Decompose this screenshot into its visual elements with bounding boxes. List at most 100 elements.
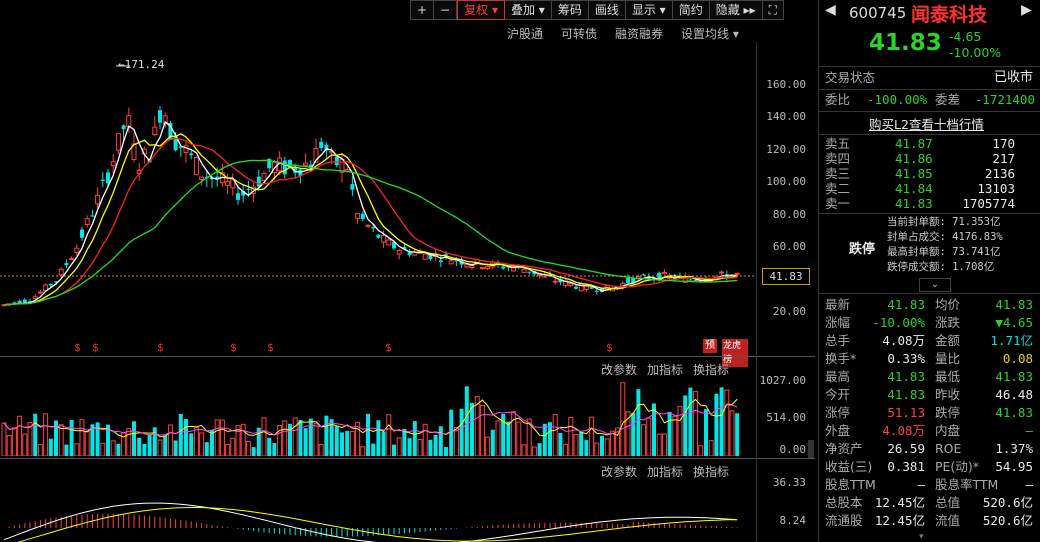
volume-bar <box>438 426 443 456</box>
kline-chart[interactable] <box>0 42 756 358</box>
hk-connect-link[interactable]: 沪股通 <box>507 25 543 42</box>
zoom-in-button[interactable]: + <box>410 0 435 20</box>
macd-bar <box>102 513 104 528</box>
ask-price[interactable]: 41.84 <box>895 181 933 196</box>
macd-bar <box>123 514 125 528</box>
volume-bar <box>485 436 491 456</box>
volume-bar <box>261 417 267 456</box>
candle-body <box>115 133 121 151</box>
stat-value: 41.83 <box>887 387 925 402</box>
macd-bar <box>502 524 504 528</box>
margin-trading-link[interactable]: 融资融券 <box>615 25 663 42</box>
volume-bar <box>64 444 69 456</box>
ma-settings-link[interactable]: 设置均线 ▾ <box>681 25 739 42</box>
macd-bar <box>325 528 327 537</box>
prev-stock-arrow-icon[interactable]: ◀ <box>825 2 836 18</box>
stat-label: 流值 <box>935 513 961 528</box>
event-marker[interactable]: $ <box>92 341 99 354</box>
event-marker[interactable]: $ <box>606 341 613 354</box>
l2-purchase-link[interactable]: 购买L2查看十档行情 <box>869 114 984 133</box>
event-marker[interactable]: $ <box>385 341 392 354</box>
ask-row: 卖三 41.85 2136 <box>825 166 1037 181</box>
volume-bar <box>137 437 142 456</box>
macd-bar <box>143 515 145 528</box>
display-dropdown[interactable]: 显示 ▾ <box>625 0 673 20</box>
macd-bar <box>637 521 639 528</box>
volume-bar <box>479 404 485 456</box>
fullscreen-icon[interactable]: ⛶ <box>762 0 784 20</box>
draw-line-button[interactable]: 画线 <box>588 0 626 20</box>
macd-chart[interactable] <box>0 478 756 542</box>
stat-row: 涨幅 -10.00% 涨跌 ▼4.65 <box>825 314 1037 332</box>
last-price: 41.83 <box>869 30 942 56</box>
candle-body <box>527 271 532 273</box>
ask-row: 卖五 41.87 170 <box>825 136 1037 151</box>
collapse-chevron-icon[interactable]: ⌄ <box>919 278 951 292</box>
ask-price[interactable]: 41.85 <box>895 166 933 181</box>
macd-bar <box>237 528 239 529</box>
event-marker[interactable]: $ <box>157 341 164 354</box>
macd-bar <box>601 523 603 528</box>
ask-label: 卖一 <box>825 196 851 211</box>
macd-dif-line <box>3 502 738 542</box>
limit-info-line: 最高封单额: 73.741亿 <box>887 246 1001 258</box>
candle-body <box>80 229 84 238</box>
next-stock-arrow-icon[interactable]: ▶ <box>1021 2 1032 18</box>
stat-row: 流通股 12.45亿 流值 520.6亿 <box>825 512 1037 530</box>
chart-area[interactable]: + − 复权 ▾ 叠加 ▾ 筹码 画线 显示 ▾ 简约 隐藏 ▸▸ ⛶ 沪股通 … <box>0 0 815 542</box>
scroll-down-icon[interactable]: ▾ <box>919 532 924 542</box>
event-marker[interactable]: $ <box>74 341 81 354</box>
stat-value: 41.83 <box>995 369 1033 384</box>
stat-value: 51.13 <box>887 405 925 420</box>
macd-bar <box>398 528 400 534</box>
volume-chart[interactable] <box>0 378 756 456</box>
volume-bar <box>142 443 147 456</box>
volume-add-indicator-button[interactable]: 加指标 <box>647 361 683 378</box>
ask-price[interactable]: 41.83 <box>895 196 933 211</box>
adjust-rights-dropdown[interactable]: 复权 ▾ <box>457 0 505 20</box>
stat-value: 12.45亿 <box>874 513 925 528</box>
volume-bar <box>552 414 558 456</box>
volume-bar <box>735 413 740 456</box>
stat-value: 26.59 <box>887 441 925 456</box>
stat-label: 最新 <box>825 297 851 312</box>
macd-bar <box>86 514 88 528</box>
candle-body <box>22 299 27 303</box>
simple-mode-button[interactable]: 简约 <box>672 0 710 20</box>
volume-switch-indicator-button[interactable]: 换指标 <box>693 361 729 378</box>
ask-price[interactable]: 41.87 <box>895 136 933 151</box>
overlay-dropdown[interactable]: 叠加 ▾ <box>504 0 552 20</box>
candle-body <box>261 173 267 181</box>
zoom-out-button[interactable]: − <box>434 0 458 20</box>
macd-bar <box>726 526 728 528</box>
event-marker[interactable]: $ <box>267 341 274 354</box>
convertible-bond-link[interactable]: 可转债 <box>561 25 597 42</box>
volume-bar <box>667 411 672 456</box>
volume-bar <box>69 420 74 456</box>
macd-bar <box>39 520 41 528</box>
weibi-value: -100.00% <box>867 92 928 107</box>
ask-price[interactable]: 41.86 <box>895 151 933 166</box>
volume-bar <box>563 443 569 456</box>
forecast-tag[interactable]: 预 <box>703 339 717 353</box>
macd-bar <box>721 526 723 528</box>
hide-button[interactable]: 隐藏 ▸▸ <box>709 0 763 20</box>
event-marker[interactable]: $ <box>230 341 237 354</box>
trade-status-value: 已收市 <box>993 70 1033 85</box>
scroll-handle[interactable] <box>808 440 814 458</box>
volume-bar <box>677 405 683 456</box>
macd-bar <box>414 528 416 533</box>
macd-bar <box>336 528 338 537</box>
volume-bar <box>334 426 339 456</box>
chip-distribution-button[interactable]: 筹码 <box>551 0 589 20</box>
trade-status-label: 交易状态 <box>825 70 876 85</box>
ask-row: 卖一 41.83 1705774 <box>825 196 1037 211</box>
volume-bar <box>318 444 324 456</box>
volume-panel-buttons: 改参数 加指标 换指标 <box>601 361 729 378</box>
stat-label: 金额 <box>935 333 961 348</box>
volume-bar <box>459 408 464 456</box>
volume-bar <box>719 387 724 456</box>
stat-value: 1.71亿 <box>990 333 1033 348</box>
volume-params-button[interactable]: 改参数 <box>601 361 637 378</box>
volume-bar <box>683 395 688 456</box>
